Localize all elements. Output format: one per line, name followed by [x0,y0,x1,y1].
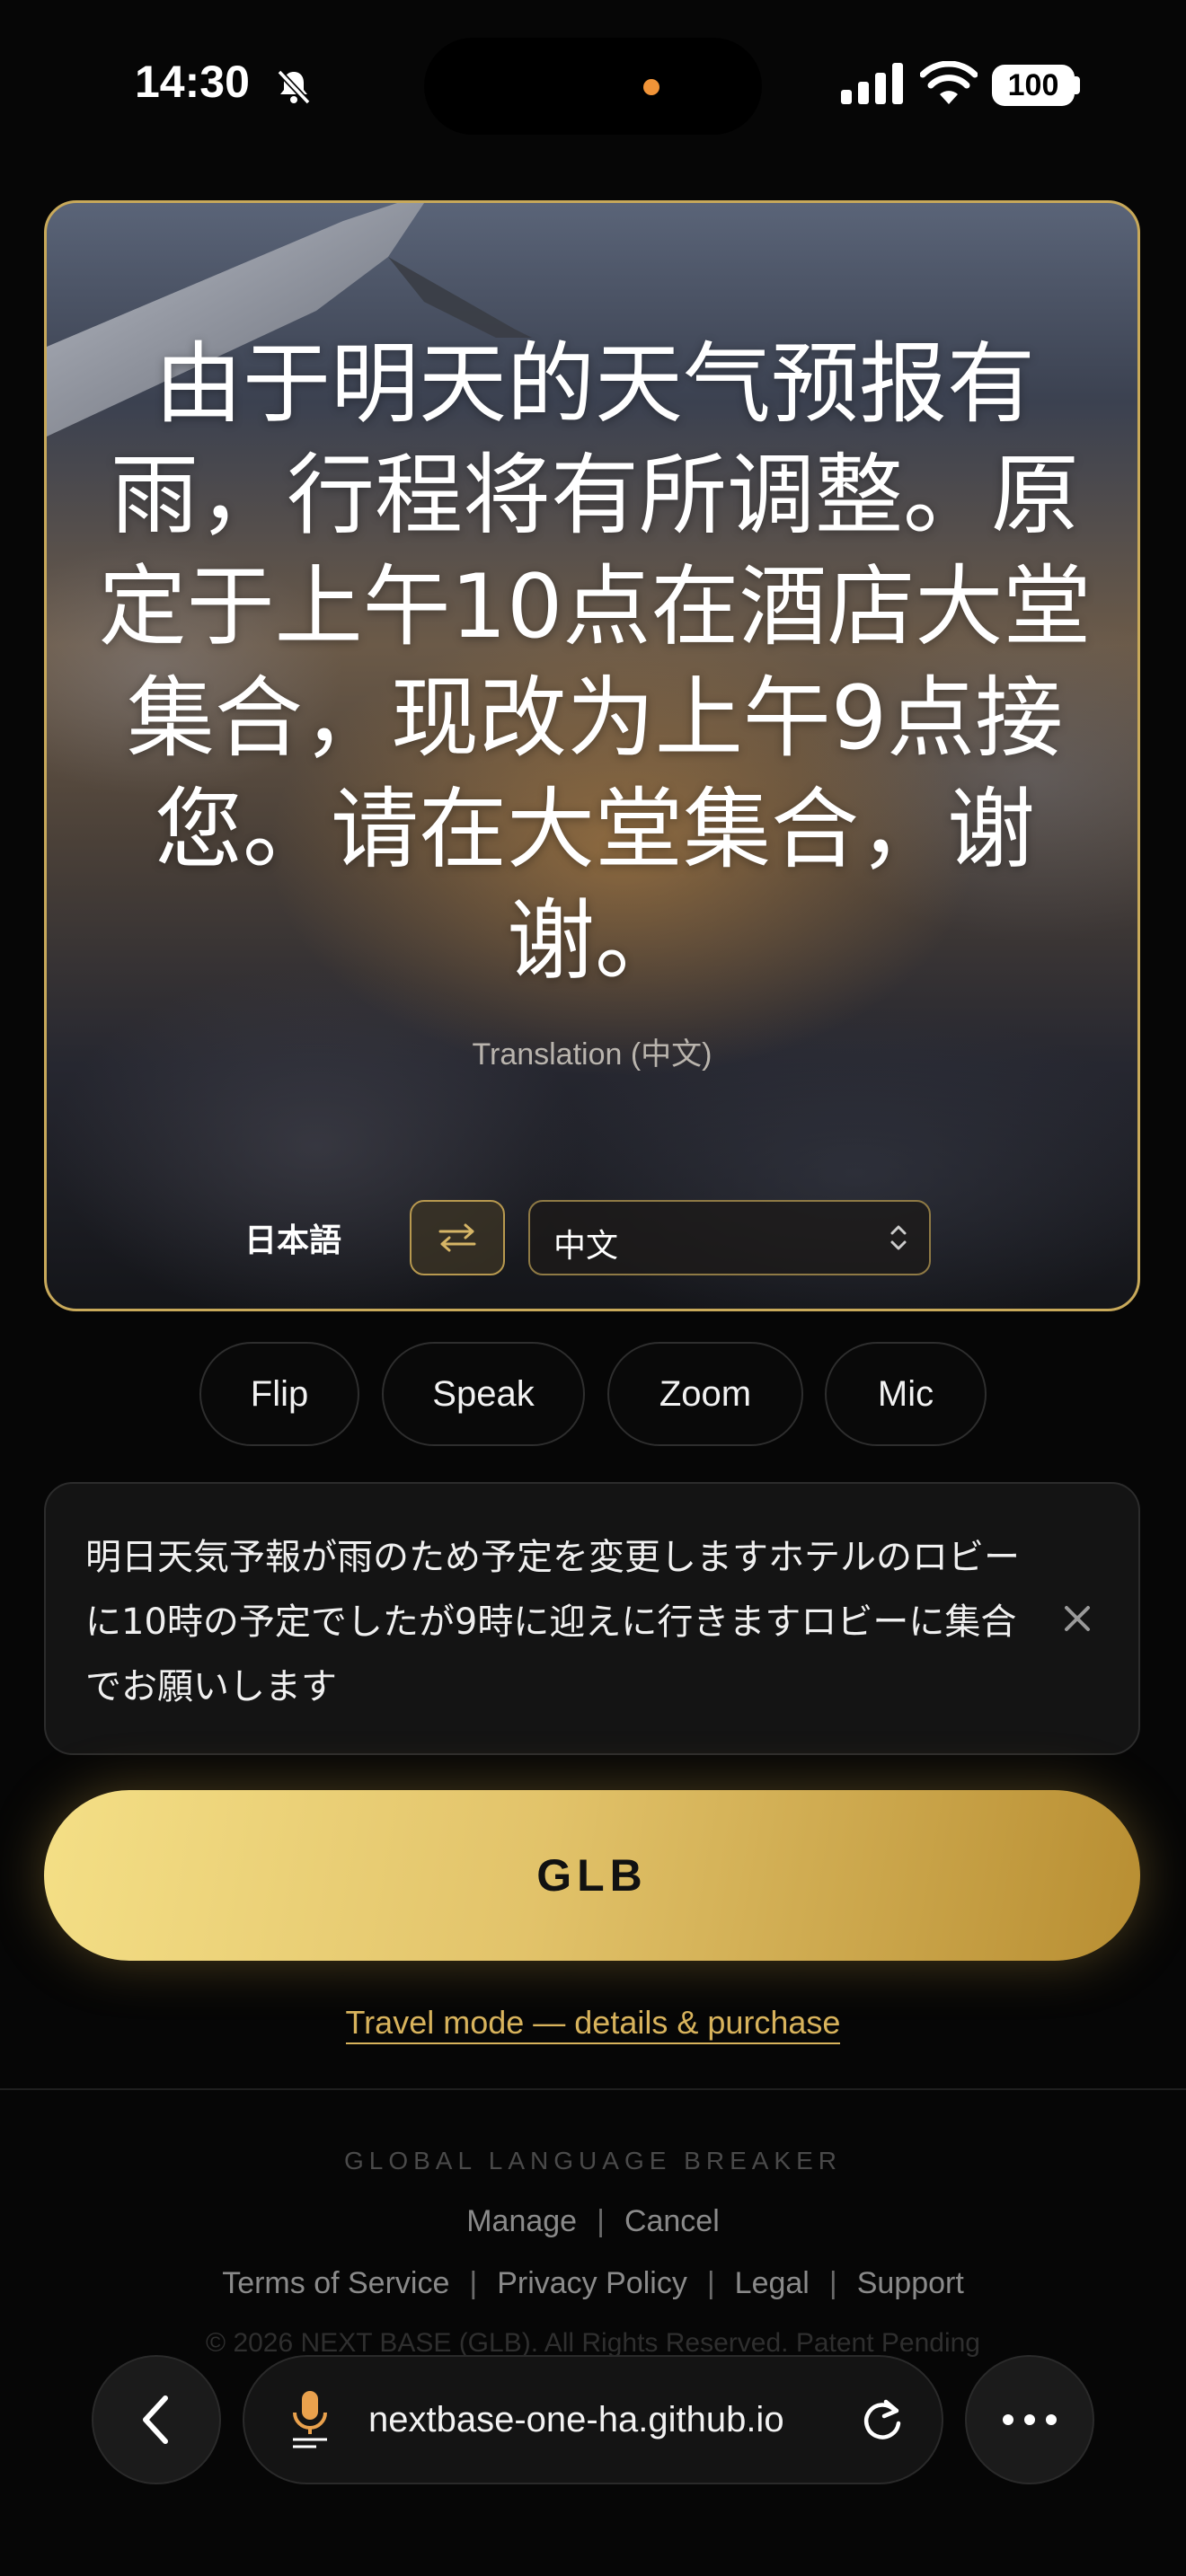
translation-card: 由于明天的天气预报有雨，行程将有所调整。原定于上午10点在酒店大堂集合，现改为上… [44,200,1140,1311]
translate-button[interactable]: GLB [44,1790,1140,1961]
separator: | [706,2266,715,2300]
battery-cap [1075,76,1080,94]
more-button[interactable] [965,2355,1094,2484]
source-text-area[interactable]: 明日天気予報が雨のため予定を変更しますホテルのロビーに10時の予定でしたが9時に… [44,1482,1140,1755]
back-chevron-icon [143,2395,168,2444]
back-button[interactable] [92,2355,221,2484]
translation-caption: Translation (中文) [472,1037,712,1072]
close-icon[interactable] [1061,1602,1093,1635]
footer-account-links: Manage | Cancel [0,2204,1186,2239]
source-text[interactable]: 明日天気予報が雨のため予定を変更しますホテルのロビーに10時の予定でしたが9時に… [85,1525,1020,1719]
separator: | [597,2204,605,2238]
support-link[interactable]: Support [857,2266,964,2300]
wifi-icon [920,61,978,104]
flip-button[interactable]: Flip [199,1342,359,1446]
swap-arrows-icon [438,1223,476,1252]
battery-icon: 100 [992,65,1075,106]
privacy-indicator-dot [643,79,659,95]
cellular-signal-icon [841,63,903,104]
swap-languages-button[interactable] [410,1200,505,1275]
separator: | [828,2266,837,2300]
copyright-text: © 2026 NEXT BASE (GLB). All Rights Reser… [206,2328,980,2358]
travel-link-row: Travel mode — details & purchase [0,2004,1186,2044]
mic-button[interactable]: Mic [825,1342,987,1446]
legal-link[interactable]: Legal [735,2266,810,2300]
footer-legal-links: Terms of Service | Privacy Policy | Legal | Su… [0,2266,1186,2301]
zoom-button[interactable]: Zoom [607,1342,803,1446]
footer-brand: GLOBAL LANGUAGE BREAKER [344,2147,842,2175]
target-language-select[interactable]: 中文 [528,1200,931,1275]
travel-mode-link[interactable]: Travel mode — details & purchase [345,2004,841,2044]
footer-divider [0,2088,1186,2090]
bell-slash-icon [277,69,311,105]
translated-text: 由于明天的天气预报有雨，行程将有所调整。原定于上午10点在酒店大堂集合，现改为上… [98,333,1092,992]
more-icon [1003,2414,1057,2425]
privacy-link[interactable]: Privacy Policy [497,2266,687,2300]
chevron-updown-icon [890,1225,907,1250]
terms-link[interactable]: Terms of Service [222,2266,449,2300]
dynamic-island [424,38,762,135]
speak-button[interactable]: Speak [382,1342,585,1446]
address-bar[interactable]: nextbase-one-ha.github.io [243,2355,943,2484]
microphone-icon[interactable] [289,2389,331,2452]
status-time: 14:30 [135,57,250,107]
url-text[interactable]: nextbase-one-ha.github.io [368,2400,784,2440]
manage-link[interactable]: Manage [466,2204,577,2238]
cancel-link[interactable]: Cancel [624,2204,720,2238]
source-language-label: 日本語 [244,1222,342,1258]
target-language-value: 中文 [553,1227,619,1264]
separator: | [469,2266,478,2300]
reload-icon[interactable] [859,2398,906,2445]
